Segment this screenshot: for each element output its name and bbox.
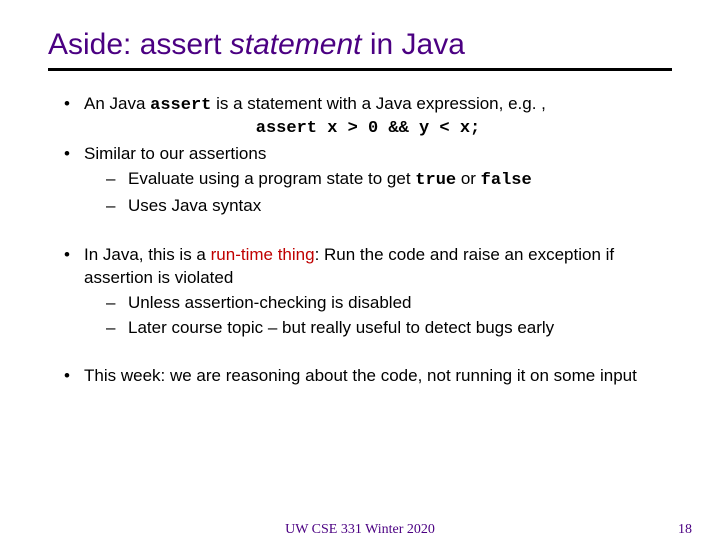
b1-post: is a statement with a Java expression, e… <box>211 94 546 113</box>
b2-s1-mid: or <box>456 169 481 188</box>
b3-sub1: Unless assertion-checking is disabled <box>106 292 672 315</box>
b3-red: run-time thing <box>211 245 315 264</box>
b2-sub1: Evaluate using a program state to get tr… <box>106 168 672 193</box>
page-number: 18 <box>678 522 692 538</box>
bullet-3-sublist: Unless assertion-checking is disabled La… <box>84 292 672 340</box>
bullet-3: In Java, this is a run-time thing: Run t… <box>64 244 672 340</box>
b2-s1-false: false <box>481 171 532 190</box>
bullet-2-sublist: Evaluate using a program state to get tr… <box>84 168 672 218</box>
bullet-4: This week: we are reasoning about the co… <box>64 365 672 388</box>
b3-s1: Unless assertion-checking is disabled <box>128 293 411 312</box>
b1-code: assert <box>150 96 211 115</box>
b2-s2: Uses Java syntax <box>128 196 261 215</box>
title-post: in Java <box>361 28 464 61</box>
footer-course: UW CSE 331 Winter 2020 <box>0 522 720 538</box>
b1-example: assert x > 0 && y < x; <box>64 118 672 141</box>
b2-s1-true: true <box>415 171 456 190</box>
b2-s1-pre: Evaluate using a program state to get <box>128 169 415 188</box>
b3-sub2: Later course topic – but really useful t… <box>106 317 672 340</box>
bullet-2: Similar to our assertions Evaluate using… <box>64 143 672 218</box>
b2-text: Similar to our assertions <box>84 144 266 163</box>
slide-body: An Java assert is a statement with a Jav… <box>48 93 672 388</box>
title-pre: Aside: assert <box>48 28 230 61</box>
slide-title: Aside: assert statement in Java <box>48 28 672 62</box>
title-italic: statement <box>230 28 362 61</box>
bullet-1: An Java assert is a statement with a Jav… <box>64 93 672 141</box>
b4-text: This week: we are reasoning about the co… <box>84 366 637 385</box>
bullet-list: An Java assert is a statement with a Jav… <box>48 93 672 388</box>
b2-sub2: Uses Java syntax <box>106 195 672 218</box>
title-container: Aside: assert statement in Java <box>48 28 672 71</box>
b3-s2: Later course topic – but really useful t… <box>128 318 554 337</box>
b1-pre: An Java <box>84 94 150 113</box>
slide: Aside: assert statement in Java An Java … <box>0 0 720 540</box>
b3-pre: In Java, this is a <box>84 245 211 264</box>
